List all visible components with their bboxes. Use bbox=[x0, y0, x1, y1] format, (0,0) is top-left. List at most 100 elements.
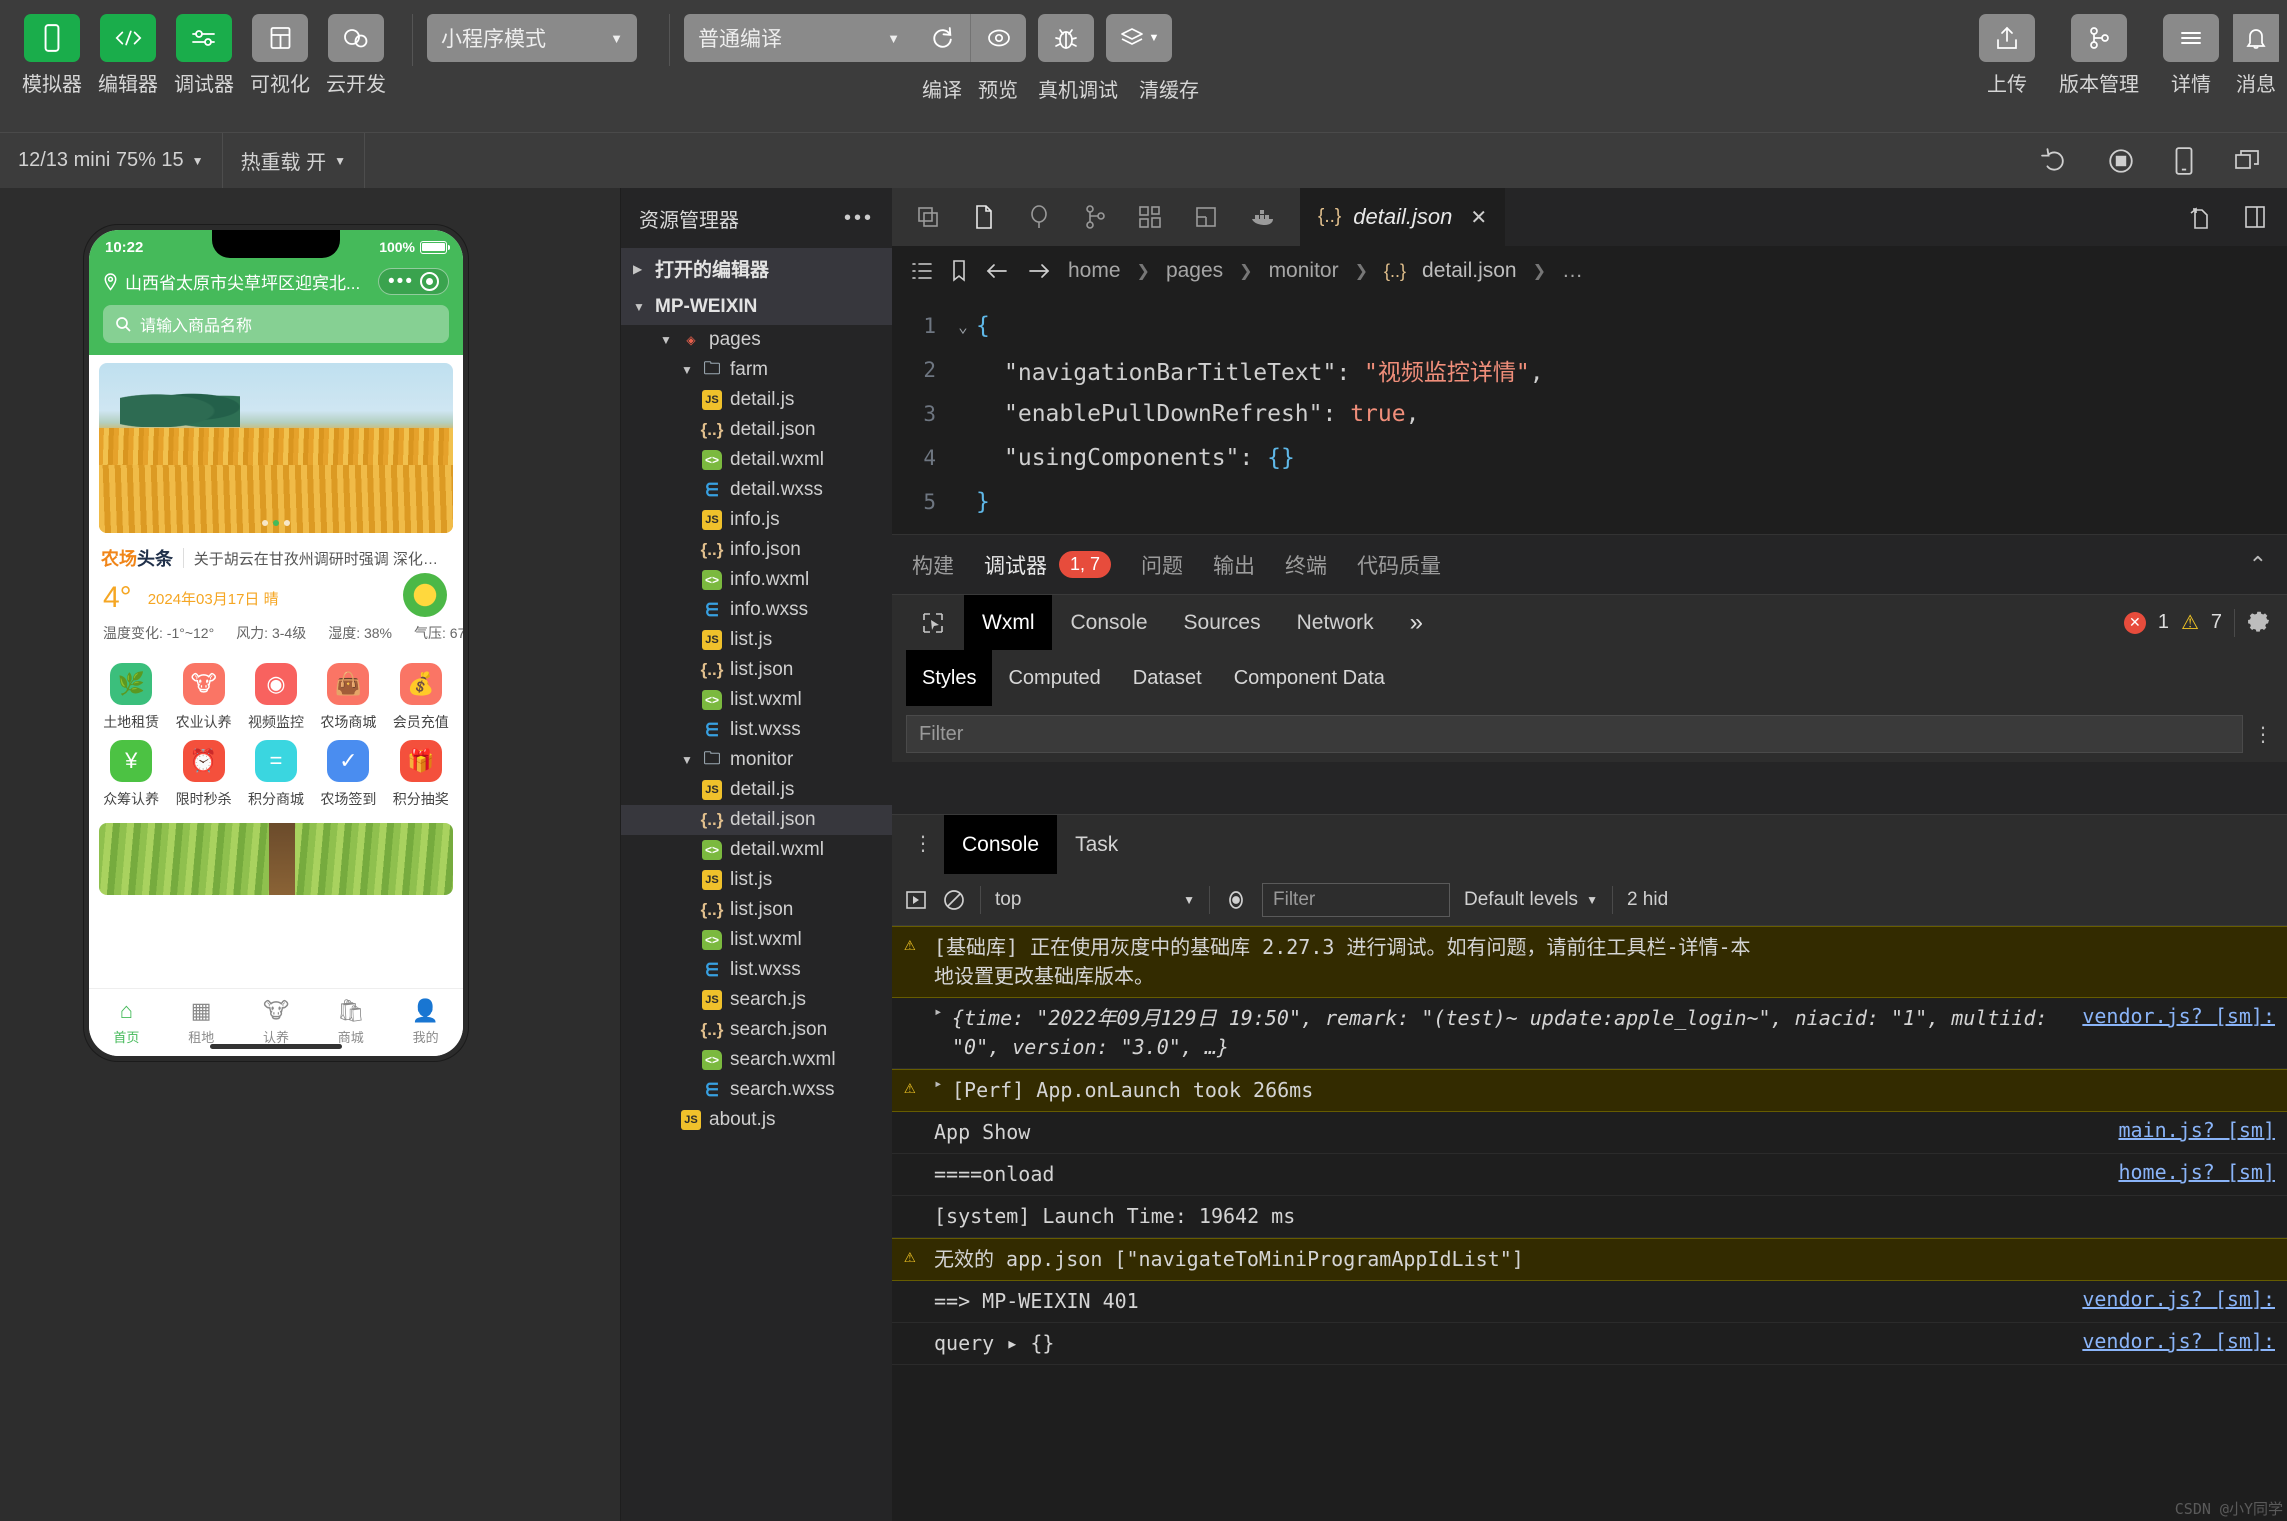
console-source-link[interactable]: vendor.js? [sm]: bbox=[2066, 1329, 2275, 1353]
feature-item-2[interactable]: ◉ 视频监控 bbox=[240, 663, 312, 732]
code-editor[interactable]: 1 ⌄{2 "navigationBarTitleText": "视频监控详情", 3… bbox=[892, 296, 2287, 534]
ellipsis-icon[interactable]: ••• bbox=[844, 207, 874, 230]
console-message[interactable]: ⚠ ▸ [Perf] App.onLaunch took 266ms bbox=[892, 1069, 2287, 1112]
tree-file[interactable]: <> list.wxml bbox=[621, 925, 892, 955]
hero-banner[interactable] bbox=[99, 363, 453, 533]
debug-icon[interactable] bbox=[1194, 205, 1218, 229]
bell-icon[interactable] bbox=[2233, 14, 2279, 62]
compile-select[interactable]: 普通编译 ▼ bbox=[684, 14, 914, 62]
console-message[interactable]: query ▸ {} vendor.js? [sm]: bbox=[892, 1323, 2287, 1365]
menu-icon[interactable] bbox=[2163, 14, 2219, 62]
panel-tab-2[interactable]: 问题 bbox=[1141, 550, 1183, 580]
feature-item-4[interactable]: 💰 会员充值 bbox=[385, 663, 457, 732]
eye-icon[interactable] bbox=[970, 14, 1026, 62]
devtools-more-tabs[interactable]: » bbox=[1392, 595, 1441, 650]
feature-item-3[interactable]: 👜 农场商城 bbox=[312, 663, 384, 732]
tree-file[interactable]: <> detail.wxml bbox=[621, 835, 892, 865]
console-message[interactable]: ⚠ [基础库] 正在使用灰度中的基础库 2.27.3 进行调试。如有问题，请前往工… bbox=[892, 926, 2287, 998]
tree-file[interactable]: JS search.js bbox=[621, 985, 892, 1015]
tree-file[interactable]: ᗴ search.wxss bbox=[621, 1075, 892, 1105]
project-section[interactable]: ▼ MP-WEIXIN bbox=[621, 289, 892, 325]
mini-capsule[interactable]: ••• bbox=[378, 268, 449, 295]
breadcrumb-item-file[interactable]: detail.json bbox=[1422, 259, 1517, 283]
tabbar-item-0[interactable]: ⌂ 首页 bbox=[89, 989, 164, 1056]
clear-icon[interactable] bbox=[942, 888, 966, 912]
feature-item-9[interactable]: 🎁 积分抽奖 bbox=[385, 740, 457, 809]
toolbar-item-visual[interactable]: 可视化 bbox=[246, 14, 314, 97]
tree-file[interactable]: JS detail.js bbox=[621, 385, 892, 415]
console-message[interactable]: ⚠ 无效的 app.json ["navigateToMiniProgramApp… bbox=[892, 1238, 2287, 1281]
layers-icon[interactable]: ▼ bbox=[1106, 14, 1172, 62]
copy-icon[interactable] bbox=[916, 205, 940, 229]
tree-file[interactable]: JS list.js bbox=[621, 625, 892, 655]
tree-folder[interactable]: ▼ 🗀 monitor bbox=[621, 745, 892, 775]
feature-item-7[interactable]: = 积分商城 bbox=[240, 740, 312, 809]
device-selector[interactable]: 12/13 mini 75% 15 ▼ bbox=[0, 133, 222, 188]
tree-file[interactable]: {..} search.json bbox=[621, 1015, 892, 1045]
feature-item-6[interactable]: ⏰ 限时秒杀 bbox=[167, 740, 239, 809]
chevron-up-icon[interactable]: ⌃ bbox=[2249, 552, 2267, 578]
tree-file[interactable]: <> info.wxml bbox=[621, 565, 892, 595]
breadcrumb-item-monitor[interactable]: monitor bbox=[1269, 259, 1339, 283]
feature-item-8[interactable]: ✓ 农场签到 bbox=[312, 740, 384, 809]
tree-file[interactable]: ᗴ list.wxss bbox=[621, 955, 892, 985]
styles-tab-computed[interactable]: Computed bbox=[992, 659, 1116, 697]
phone-icon[interactable] bbox=[24, 14, 80, 62]
tabbar-item-4[interactable]: 👤 我的 bbox=[388, 989, 463, 1056]
toolbar-item-detail[interactable]: 详情 bbox=[2157, 14, 2225, 97]
sliders-icon[interactable] bbox=[176, 14, 232, 62]
mode-select[interactable]: 小程序模式 ▼ bbox=[427, 14, 637, 62]
toolbar-item-editor[interactable]: 编辑器 bbox=[94, 14, 162, 97]
toolbar-item-cloud[interactable]: 云开发 bbox=[322, 14, 390, 97]
tree-file[interactable]: ᗴ detail.wxss bbox=[621, 475, 892, 505]
feature-item-0[interactable]: 🌿 土地租赁 bbox=[95, 663, 167, 732]
panel-tab-3[interactable]: 输出 bbox=[1213, 550, 1255, 580]
secondary-banner[interactable] bbox=[99, 823, 453, 895]
tree-file[interactable]: JS info.js bbox=[621, 505, 892, 535]
editor-tab-detail-json[interactable]: {..} detail.json ✕ bbox=[1300, 188, 1506, 246]
styles-tab-dataset[interactable]: Dataset bbox=[1117, 659, 1218, 697]
feature-item-1[interactable]: 🐮 农业认养 bbox=[167, 663, 239, 732]
console-tab-task[interactable]: Task bbox=[1057, 815, 1136, 874]
close-icon[interactable]: ✕ bbox=[1470, 205, 1487, 230]
toolbar-item-version[interactable]: 版本管理 bbox=[2049, 14, 2149, 97]
panel-tab-5[interactable]: 代码质量 bbox=[1357, 550, 1441, 580]
split-editor-icon[interactable] bbox=[2187, 204, 2213, 230]
console-message[interactable]: ====onload home.js? [sm] bbox=[892, 1154, 2287, 1196]
breadcrumb-item-home[interactable]: home bbox=[1068, 259, 1121, 283]
console-source-link[interactable]: home.js? [sm] bbox=[2102, 1160, 2275, 1184]
code-line[interactable]: 1 ⌄{ bbox=[892, 304, 2287, 348]
console-message[interactable]: ▸ {time: "2022年09月129日 19:50", remark: "(… bbox=[892, 998, 2287, 1069]
extensions-icon[interactable] bbox=[1138, 205, 1162, 229]
search-input[interactable]: 请输入商品名称 bbox=[103, 305, 449, 343]
code-line[interactable]: 3 "enablePullDownRefresh": true, bbox=[892, 392, 2287, 436]
branch-icon[interactable] bbox=[2071, 14, 2127, 62]
back-arrow-icon[interactable] bbox=[984, 260, 1010, 282]
filter-options-icon[interactable]: ⋮ bbox=[2253, 722, 2273, 747]
tree-file[interactable]: JS about.js bbox=[621, 1105, 892, 1135]
panel-tab-0[interactable]: 构建 bbox=[912, 550, 954, 580]
console-message[interactable]: [system] Launch Time: 19642 ms bbox=[892, 1196, 2287, 1238]
tree-file[interactable]: <> search.wxml bbox=[621, 1045, 892, 1075]
breadcrumb-item-pages[interactable]: pages bbox=[1166, 259, 1223, 283]
tree-file[interactable]: ᗴ info.wxss bbox=[621, 595, 892, 625]
tree-file[interactable]: {..} detail.json bbox=[621, 805, 892, 835]
chevron-down-icon[interactable]: ▼ bbox=[681, 753, 694, 767]
docker-icon[interactable] bbox=[1250, 206, 1276, 228]
fold-icon[interactable]: ⌄ bbox=[950, 317, 976, 336]
layout-icon[interactable] bbox=[252, 14, 308, 62]
branch-icon[interactable] bbox=[1084, 204, 1106, 230]
tree-file[interactable]: {..} list.json bbox=[621, 895, 892, 925]
search-icon[interactable] bbox=[1028, 204, 1052, 230]
refresh-icon[interactable] bbox=[914, 14, 970, 62]
inspect-icon[interactable] bbox=[902, 595, 964, 650]
console-message[interactable]: App Show main.js? [sm] bbox=[892, 1112, 2287, 1154]
open-editors-section[interactable]: ▶ 打开的编辑器 bbox=[621, 248, 892, 289]
console-message[interactable]: ==> MP-WEIXIN 401 vendor.js? [sm]: bbox=[892, 1281, 2287, 1323]
news-strip[interactable]: 农场头条 关于胡云在甘孜州调研时强调 深化三产融合 助力... bbox=[89, 533, 463, 577]
devtools-tab-sources[interactable]: Sources bbox=[1166, 595, 1279, 650]
toolbar-item-upload[interactable]: 上传 bbox=[1973, 14, 2041, 97]
code-line[interactable]: 5} bbox=[892, 480, 2287, 524]
refresh-icon[interactable] bbox=[2041, 147, 2069, 175]
toolbar-item-debugger[interactable]: 调试器 bbox=[170, 14, 238, 97]
